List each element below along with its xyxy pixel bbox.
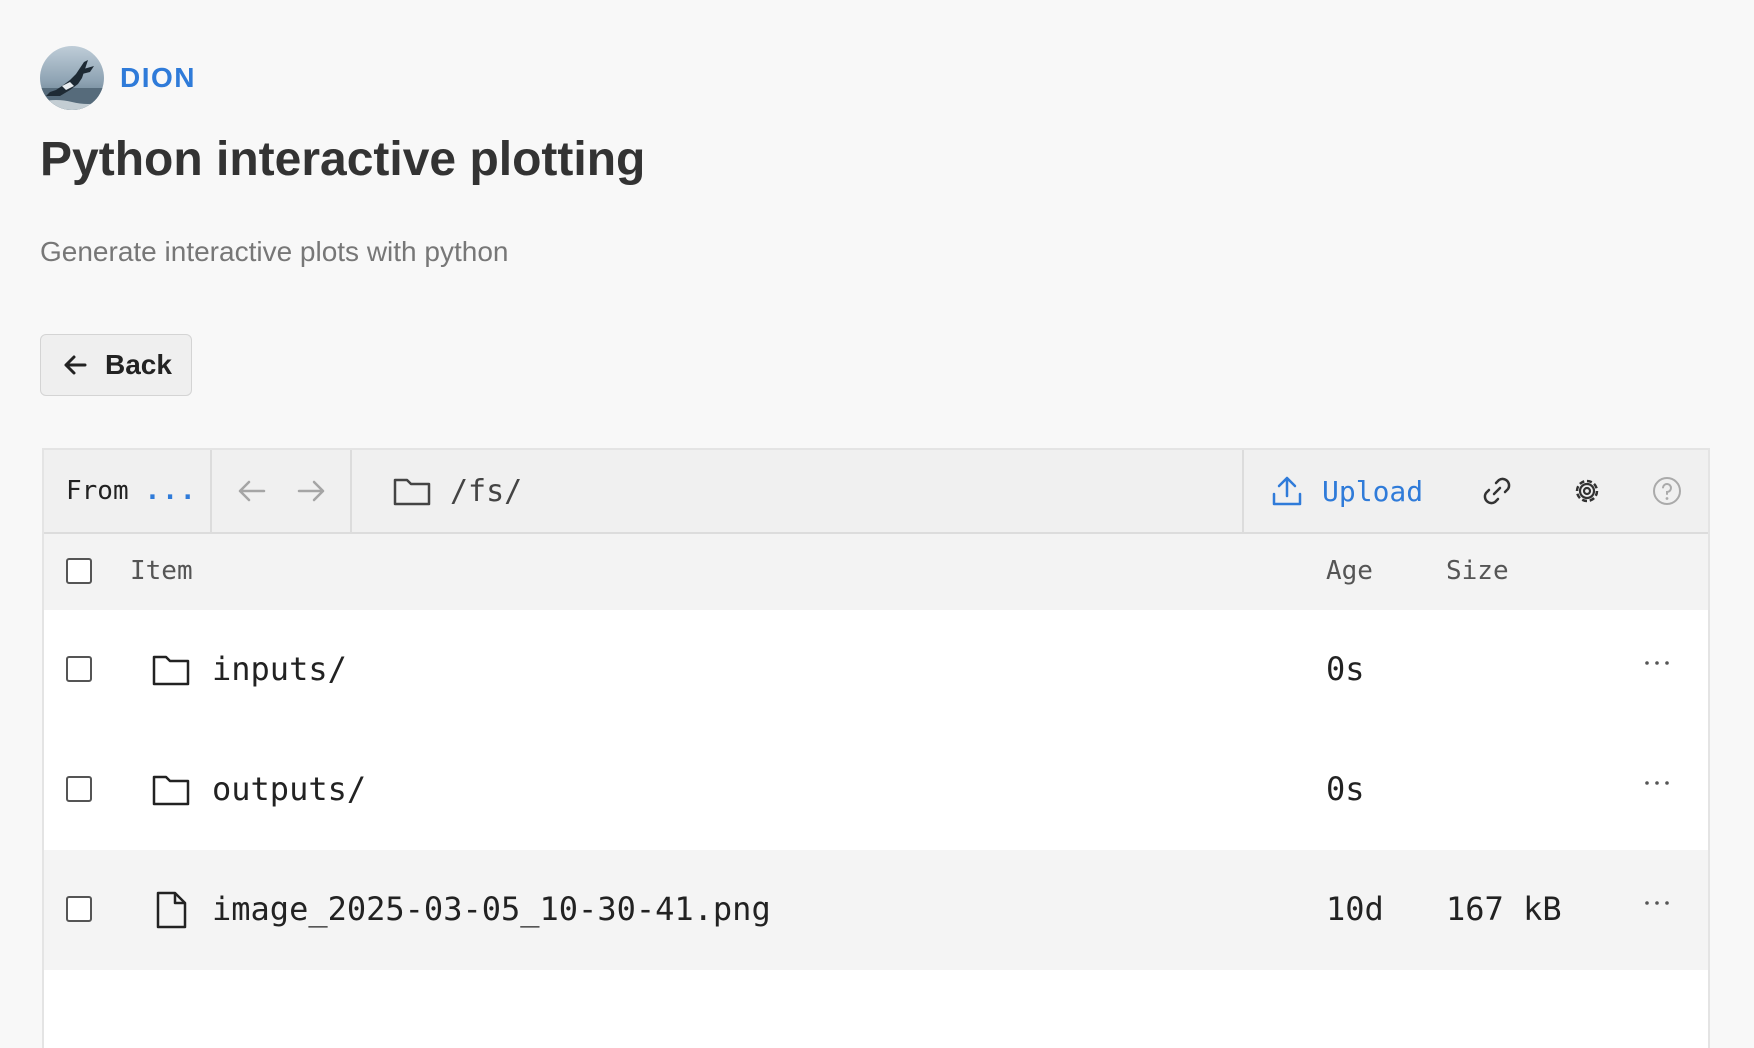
table-header: Item Age Size bbox=[44, 534, 1708, 610]
username-link[interactable]: DION bbox=[120, 62, 196, 94]
row-name[interactable]: outputs/ bbox=[212, 770, 366, 808]
gear-icon[interactable] bbox=[1568, 472, 1606, 510]
toolbar-actions: Upload bbox=[1242, 450, 1708, 532]
row-age: 10d bbox=[1326, 890, 1384, 928]
from-more: ... bbox=[144, 476, 198, 506]
row-age: 0s bbox=[1326, 770, 1365, 808]
current-path: /fs/ bbox=[450, 473, 523, 509]
path-bar[interactable]: /fs/ bbox=[352, 450, 1244, 532]
arrow-left-icon bbox=[64, 355, 87, 375]
select-all-checkbox[interactable] bbox=[66, 558, 92, 584]
row-name[interactable]: inputs/ bbox=[212, 650, 347, 688]
column-item[interactable]: Item bbox=[130, 556, 193, 586]
row-age: 0s bbox=[1326, 650, 1365, 688]
table-row[interactable]: outputs/ 0s bbox=[44, 730, 1708, 850]
back-button-label: Back bbox=[105, 349, 172, 380]
row-size: 167 kB bbox=[1446, 890, 1562, 928]
from-selector[interactable]: From ... bbox=[44, 450, 212, 532]
file-icon bbox=[156, 891, 187, 929]
page-subtitle: Generate interactive plots with python bbox=[40, 236, 509, 267]
folder-icon bbox=[152, 655, 190, 686]
back-button[interactable]: Back bbox=[40, 334, 192, 396]
more-options-icon[interactable] bbox=[1630, 636, 1684, 690]
table-row[interactable]: image_2025-03-05_10-30-41.png 10d 167 kB bbox=[44, 850, 1708, 970]
table-row[interactable]: inputs/ 0s bbox=[44, 610, 1708, 730]
folder-icon bbox=[152, 775, 190, 806]
row-name[interactable]: image_2025-03-05_10-30-41.png bbox=[212, 890, 771, 928]
link-icon[interactable] bbox=[1478, 472, 1516, 510]
avatar[interactable] bbox=[40, 46, 104, 110]
nav-forward-icon[interactable] bbox=[294, 474, 328, 508]
file-browser: From ... /fs/ Upload Item Age Size input… bbox=[42, 448, 1710, 1048]
row-checkbox[interactable] bbox=[66, 896, 92, 922]
upload-button[interactable]: Upload bbox=[1270, 474, 1423, 508]
from-label: From bbox=[66, 476, 129, 506]
header: DION bbox=[40, 46, 196, 110]
page-title: Python interactive plotting bbox=[40, 133, 646, 186]
more-options-icon[interactable] bbox=[1630, 876, 1684, 930]
upload-label: Upload bbox=[1322, 474, 1424, 508]
more-options-icon[interactable] bbox=[1630, 756, 1684, 810]
whale-icon bbox=[40, 60, 104, 110]
upload-icon bbox=[1272, 476, 1302, 506]
help-icon[interactable] bbox=[1648, 472, 1686, 510]
file-browser-toolbar: From ... /fs/ Upload bbox=[44, 450, 1708, 534]
nav-back-icon[interactable] bbox=[235, 474, 269, 508]
folder-icon bbox=[393, 478, 431, 506]
column-size[interactable]: Size bbox=[1446, 556, 1509, 586]
history-nav bbox=[212, 450, 352, 532]
row-checkbox[interactable] bbox=[66, 656, 92, 682]
column-age[interactable]: Age bbox=[1326, 556, 1373, 586]
row-checkbox[interactable] bbox=[66, 776, 92, 802]
